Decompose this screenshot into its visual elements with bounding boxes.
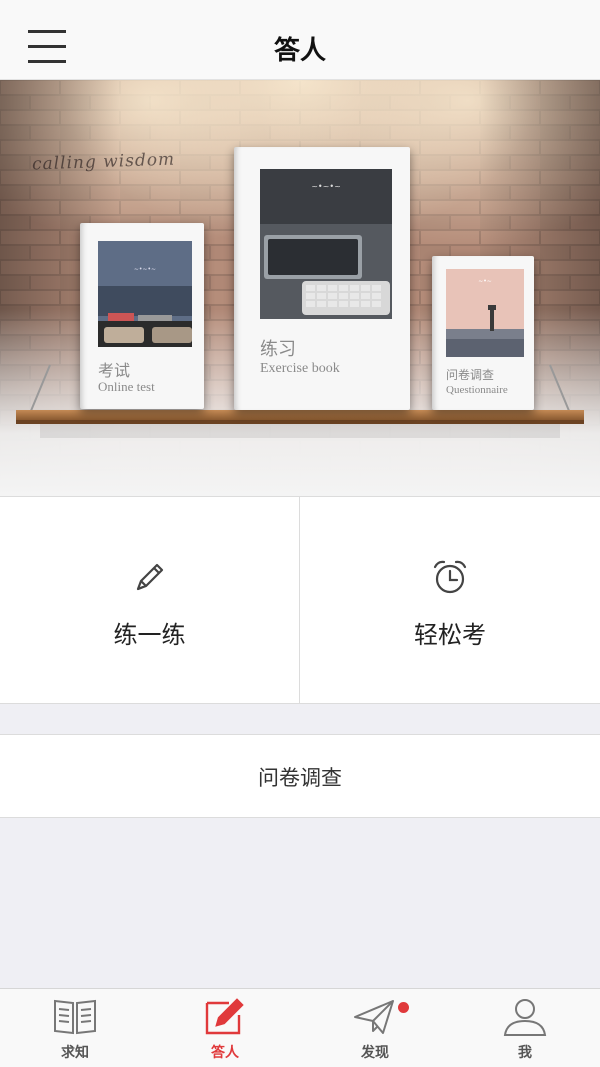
tab-qiuzhi[interactable]: 求知 bbox=[0, 989, 150, 1067]
svg-text:~•~•~: ~•~•~ bbox=[311, 182, 341, 191]
page-title: 答人 bbox=[273, 36, 326, 66]
action-grid: 练一练 轻松考 bbox=[0, 496, 600, 704]
bottom-tab-bar: 求知 答人 发现 我 bbox=[0, 988, 600, 1067]
tab-label: 求知 bbox=[61, 1045, 89, 1061]
notification-dot bbox=[398, 1002, 409, 1013]
svg-text:~•~: ~•~ bbox=[478, 278, 492, 285]
book-title-cn: 练习 bbox=[260, 339, 296, 360]
top-nav-bar: 答人 bbox=[0, 0, 600, 80]
bookshelf-banner: calling wisdom ~•~•~ 考试 Online test ~•~•… bbox=[0, 80, 600, 496]
tab-label: 我 bbox=[518, 1045, 532, 1061]
survey-label: 问卷调查 bbox=[258, 766, 342, 790]
book-title-en: Exercise book bbox=[260, 361, 340, 376]
tab-daren[interactable]: 答人 bbox=[150, 989, 300, 1067]
pencil-icon bbox=[136, 563, 164, 591]
user-icon bbox=[503, 999, 547, 1036]
exam-label: 轻松考 bbox=[414, 621, 486, 649]
tab-wo[interactable]: 我 bbox=[450, 989, 600, 1067]
paper-plane-icon bbox=[354, 1000, 394, 1034]
book-icon bbox=[54, 999, 96, 1035]
book-title-en: Questionnaire bbox=[446, 384, 508, 396]
survey-button[interactable]: 问卷调查 bbox=[0, 734, 600, 818]
edit-icon bbox=[205, 998, 244, 1035]
tab-label: 答人 bbox=[211, 1045, 239, 1061]
practice-button[interactable]: 练一练 bbox=[0, 497, 300, 703]
book-title-en: Online test bbox=[98, 379, 155, 394]
exercise-cover-image: ~•~•~ bbox=[260, 169, 392, 319]
book-title-cn: 考试 bbox=[98, 361, 131, 380]
svg-text:~•~•~: ~•~•~ bbox=[134, 266, 156, 273]
questionnaire-cover-image: ~•~ bbox=[446, 269, 524, 357]
book-title-cn: 问卷调查 bbox=[446, 368, 495, 382]
book-exercise[interactable]: ~•~•~ 练习 Exercise book bbox=[234, 147, 410, 410]
alarm-clock-icon bbox=[433, 560, 467, 594]
exam-cover-image: ~•~•~ bbox=[98, 241, 192, 347]
book-questionnaire[interactable]: ~•~ 问卷调查 Questionnaire bbox=[432, 256, 534, 410]
tab-faxian[interactable]: 发现 bbox=[300, 989, 450, 1067]
exam-button[interactable]: 轻松考 bbox=[300, 497, 600, 703]
tab-label: 发现 bbox=[361, 1045, 389, 1061]
book-online-test[interactable]: ~•~•~ 考试 Online test bbox=[80, 223, 204, 409]
practice-label: 练一练 bbox=[113, 621, 186, 649]
